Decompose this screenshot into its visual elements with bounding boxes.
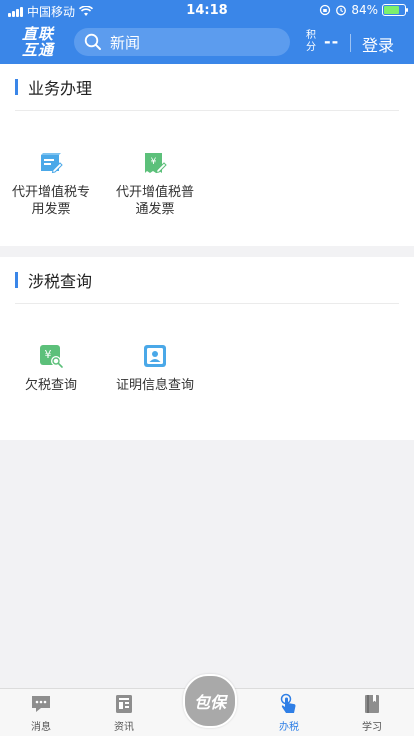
- section-header: 业务办理: [15, 78, 93, 98]
- login-button[interactable]: 登录: [362, 32, 394, 56]
- section-accent-bar: [15, 79, 18, 95]
- svg-text:¥: ¥: [151, 157, 157, 167]
- logo-line-1: 直联: [22, 25, 55, 43]
- rotation-lock-icon: [320, 4, 331, 16]
- tax-arrears-search-icon: ¥: [40, 345, 63, 368]
- tab-label: 消息: [31, 722, 51, 733]
- logo-line-2: 互通: [22, 41, 55, 59]
- tax-service-screen: 中国移动 14:18 84% 直联 互通 新闻 积分 -- 登录 业务办理 代开…: [0, 0, 414, 736]
- tab-label: 资讯: [114, 722, 134, 733]
- tile-label: 代开增值税专 用发票: [11, 185, 90, 217]
- tab-news[interactable]: 资讯: [94, 693, 154, 733]
- search-input[interactable]: 新闻: [74, 28, 290, 56]
- app-logo[interactable]: 直联 互通: [22, 26, 62, 60]
- section-title: 涉税查询: [28, 272, 93, 291]
- section-header: 涉税查询: [15, 271, 93, 291]
- svg-text:¥: ¥: [45, 348, 52, 361]
- tile-label: 证明信息查询: [115, 378, 194, 393]
- tile-special-invoice[interactable]: 代开增值税专 用发票: [6, 150, 96, 218]
- tab-messages[interactable]: 消息: [11, 693, 71, 733]
- tab-label: 学习: [362, 722, 382, 733]
- section-tax-query: 涉税查询 ¥ 欠税查询 证明信息查询: [0, 257, 414, 440]
- tile-general-invoice[interactable]: ¥ 代开增值税普 通发票: [110, 150, 200, 218]
- battery-percent: 84%: [351, 3, 378, 17]
- section-title: 业务办理: [28, 79, 93, 98]
- invoice-general-icon: ¥: [145, 153, 167, 174]
- header-divider: [350, 34, 351, 52]
- tile-tax-arrears[interactable]: ¥ 欠税查询: [6, 343, 96, 394]
- tile-label: 代开增值税普 通发票: [115, 185, 194, 217]
- tap-hand-icon: [280, 693, 296, 713]
- section-divider: [15, 303, 399, 304]
- search-placeholder: 新闻: [110, 33, 141, 52]
- tab-label: 办税: [279, 722, 299, 733]
- invoice-special-icon: [41, 153, 63, 174]
- tab-baobao-center-button[interactable]: 包保: [183, 674, 237, 728]
- book-icon: [365, 695, 379, 713]
- app-bar: 直联 互通 新闻 积分 -- 登录: [0, 22, 414, 64]
- certificate-person-icon: [144, 345, 166, 367]
- points-value[interactable]: --: [324, 32, 339, 51]
- points-label: 积分: [306, 30, 316, 53]
- status-right: 84%: [319, 3, 408, 17]
- search-icon: [84, 33, 101, 50]
- tile-certificate-query[interactable]: 证明信息查询: [110, 343, 200, 394]
- tab-learning[interactable]: 学习: [342, 693, 402, 733]
- news-icon: [116, 695, 132, 713]
- battery-icon: [382, 4, 408, 16]
- section-business: 业务办理 代开增值税专 用发票 ¥ 代开增值税普 通发票: [0, 64, 414, 246]
- tile-label: 欠税查询: [24, 378, 77, 393]
- tab-tax-handling[interactable]: 办税: [259, 693, 319, 733]
- header: 中国移动 14:18 84% 直联 互通 新闻 积分 -- 登录: [0, 0, 414, 64]
- section-accent-bar: [15, 272, 18, 288]
- status-bar: 中国移动 14:18 84%: [0, 0, 414, 22]
- message-icon: [32, 696, 50, 712]
- alarm-icon: [336, 5, 347, 16]
- section-divider: [15, 110, 399, 111]
